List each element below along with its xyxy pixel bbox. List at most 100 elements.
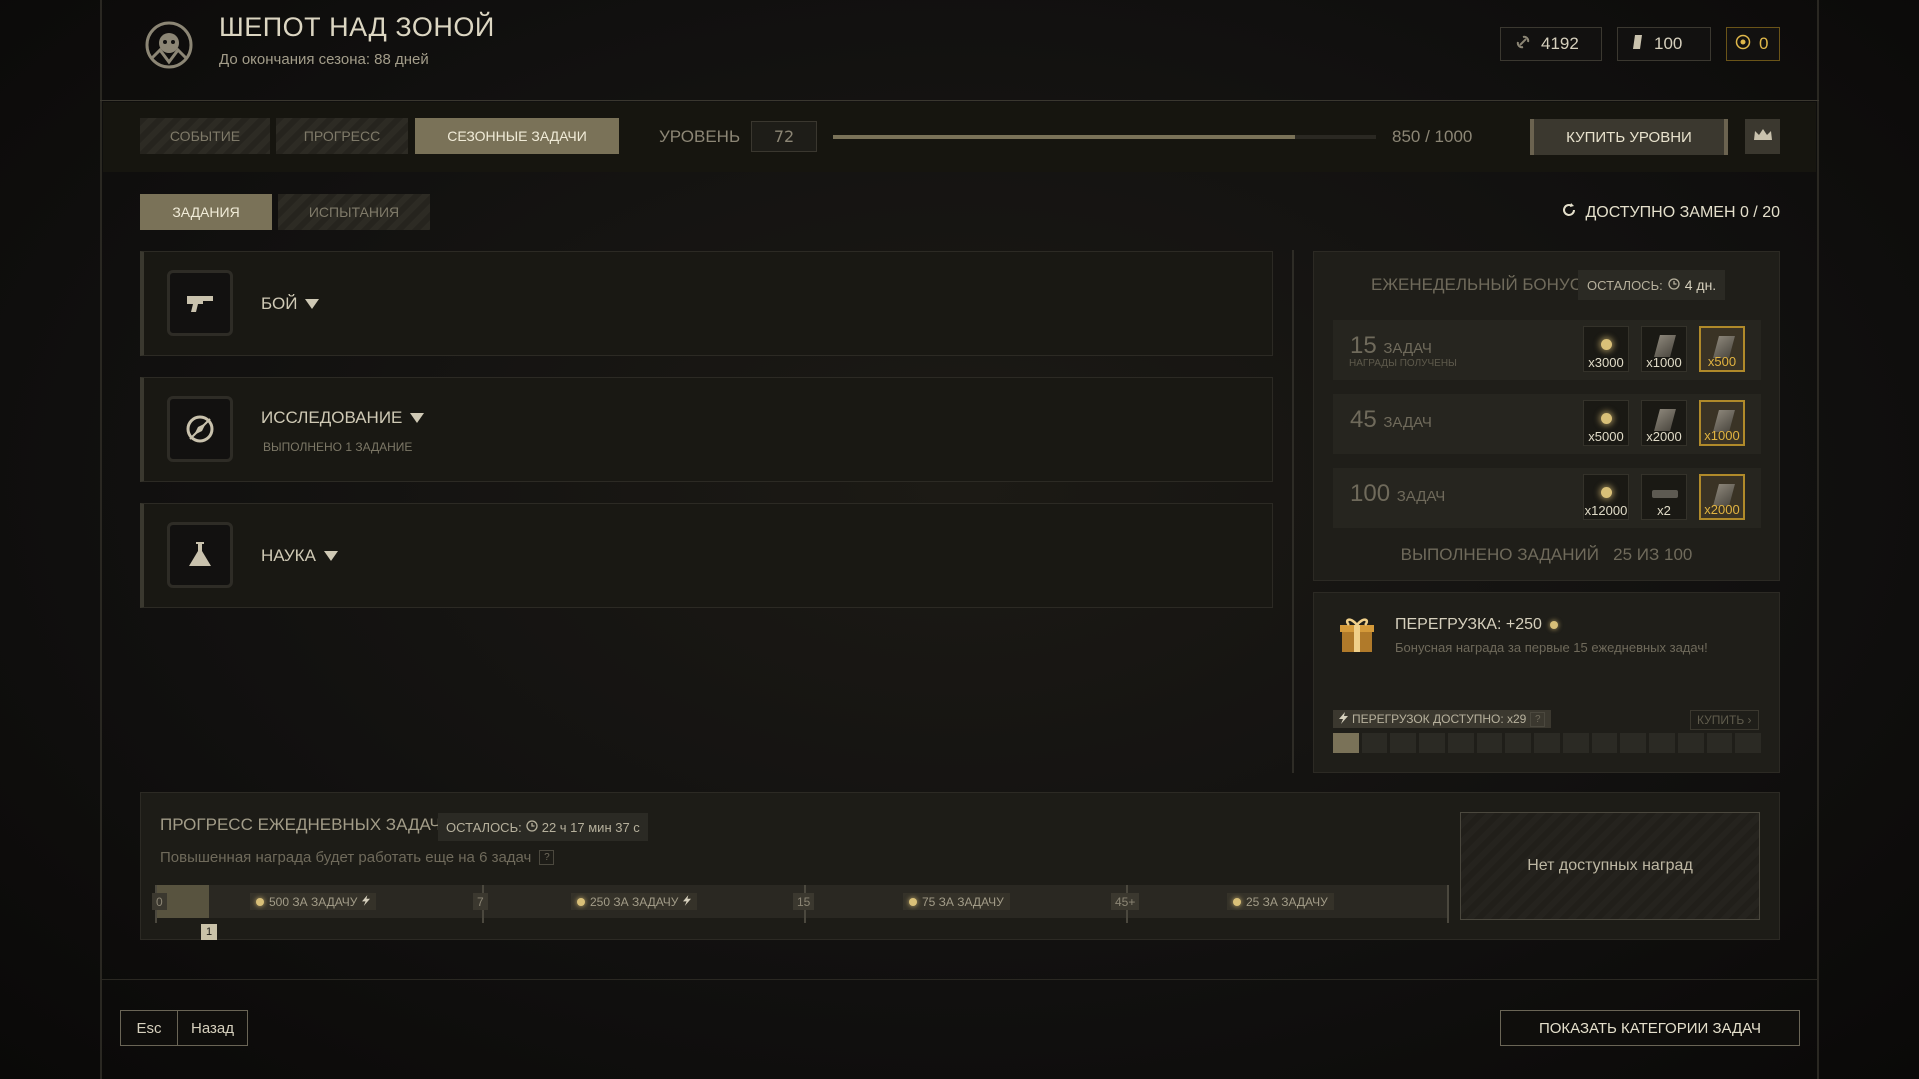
overload-segment xyxy=(1706,733,1733,753)
reward-qty: x12000 xyxy=(1584,503,1628,518)
reward-bars[interactable]: x1000 xyxy=(1641,326,1687,372)
weekly-completed: ВЫПОЛНЕНО ЗАДАНИЙ 25 ИЗ 100 xyxy=(1313,545,1780,565)
category-science-name: НАУКА xyxy=(261,546,338,566)
frame-right xyxy=(1817,0,1819,1079)
reward-premium-bars[interactable]: x1000 xyxy=(1699,400,1745,446)
reward-premium-bars[interactable]: x500 xyxy=(1699,326,1745,372)
back-button[interactable]: Esc Назад xyxy=(120,1010,248,1046)
currency-links-value: 4192 xyxy=(1541,34,1579,53)
weekly-time-left: ОСТАЛОСЬ: 4 дн. xyxy=(1578,270,1726,300)
segment-reward-label: 25 ЗА ЗАДАЧУ xyxy=(1246,894,1328,909)
overload-segment xyxy=(1476,733,1503,753)
premium-button[interactable] xyxy=(1745,119,1780,154)
category-science[interactable]: НАУКА xyxy=(140,503,1273,608)
current-progress-marker: 1 xyxy=(201,924,217,940)
tab-seasonal-tasks[interactable]: СЕЗОННЫЕ ЗАДАЧИ xyxy=(415,118,619,154)
link-icon xyxy=(1513,32,1533,57)
currency-links: 4192 xyxy=(1500,27,1602,61)
weekly-completed-value: 25 ИЗ 100 xyxy=(1613,545,1693,564)
overload-segment xyxy=(1419,733,1445,753)
show-categories-button[interactable]: ПОКАЗАТЬ КАТЕГОРИИ ЗАДАЧ xyxy=(1500,1010,1800,1046)
tab-trials[interactable]: ИСПЫТАНИЯ xyxy=(278,194,430,230)
overload-progress xyxy=(1333,733,1762,753)
season-logo-icon xyxy=(140,16,198,74)
bar-icon xyxy=(1654,409,1676,431)
flask-icon xyxy=(167,522,233,588)
lightning-icon xyxy=(362,894,371,909)
daily-note: Повышенная награда будет работать еще на… xyxy=(160,849,555,866)
help-icon[interactable]: ? xyxy=(539,850,555,865)
overload-available: ПЕРЕГРУЗОК ДОСТУПНО: x29 ? xyxy=(1333,710,1552,728)
chevron-down-icon xyxy=(410,413,425,423)
coin-icon xyxy=(1735,34,1751,55)
overload-segment xyxy=(1620,733,1647,753)
reward-xp[interactable]: x3000 xyxy=(1583,326,1629,372)
category-combat-name: БОЙ xyxy=(261,294,320,314)
weekly-time-left-value: 4 дн. xyxy=(1684,277,1717,293)
reward-qty: x2 xyxy=(1657,503,1671,518)
overload-segment xyxy=(1735,733,1762,753)
reward-qty: x5000 xyxy=(1588,429,1624,444)
overload-segment xyxy=(1562,733,1589,753)
buy-levels-button[interactable]: КУПИТЬ УРОВНИ xyxy=(1530,119,1728,155)
xp-icon xyxy=(577,897,585,906)
reward-xp[interactable]: x12000 xyxy=(1583,474,1629,520)
weekly-row-unit: ЗАДАЧ xyxy=(1383,340,1432,357)
reward-qty: x500 xyxy=(1707,354,1737,369)
segment-reward-25: 25 ЗА ЗАДАЧУ xyxy=(1227,893,1334,910)
xp-icon xyxy=(1233,897,1241,906)
xp-icon xyxy=(1601,413,1612,424)
xp-progress-fill xyxy=(833,135,1295,139)
segment-reward-label: 250 ЗА ЗАДАЧУ xyxy=(590,894,679,909)
overload-segment xyxy=(1361,733,1388,753)
reward-weapon[interactable]: x2 xyxy=(1641,474,1687,520)
bar-icon xyxy=(1630,33,1646,56)
reward-premium-bars[interactable]: x2000 xyxy=(1699,474,1745,520)
weekly-time-left-label: ОСТАЛОСЬ: xyxy=(1587,277,1663,293)
panel-divider xyxy=(1292,250,1294,773)
help-icon[interactable]: ? xyxy=(1530,711,1546,727)
page-title: ШЕПОТ НАД ЗОНОЙ xyxy=(219,12,495,42)
track-mark-45: 45+ xyxy=(1111,893,1140,910)
daily-time-left-value: 22 ч 17 мин 37 с xyxy=(541,819,640,835)
currency-coins-value: 0 xyxy=(1759,34,1769,53)
tab-event[interactable]: СОБЫТИЕ xyxy=(140,118,270,154)
weekly-row-45: 45 ЗАДАЧ x5000 x2000 x1000 xyxy=(1333,394,1761,454)
reward-bars[interactable]: x2000 xyxy=(1641,400,1687,446)
frame-left xyxy=(100,0,102,1079)
back-label: Назад xyxy=(191,1019,234,1037)
xp-icon xyxy=(1549,621,1558,629)
category-combat[interactable]: БОЙ xyxy=(140,251,1273,356)
category-exploration[interactable]: ИССЛЕДОВАНИЕ ВЫПОЛНЕНО 1 ЗАДАНИЕ xyxy=(140,377,1273,482)
track-mark-15: 15 xyxy=(793,893,815,910)
weekly-row-unit: ЗАДАЧ xyxy=(1383,414,1432,431)
chevron-down-icon xyxy=(305,299,320,309)
weekly-row-number: 100 xyxy=(1350,480,1391,507)
overload-title: ПЕРЕГРУЗКА: +250 xyxy=(1395,616,1558,634)
category-combat-label: БОЙ xyxy=(261,294,298,313)
overload-segment xyxy=(1333,733,1359,753)
currency-bars-value: 100 xyxy=(1654,34,1683,53)
reward-xp[interactable]: x5000 xyxy=(1583,400,1629,446)
daily-time-left: ОСТАЛОСЬ: 22 ч 17 мин 37 с xyxy=(438,813,648,841)
overload-segment xyxy=(1534,733,1560,753)
overload-segment xyxy=(1591,733,1618,753)
level-value: 72 xyxy=(751,121,817,152)
esc-key: Esc xyxy=(121,1011,178,1045)
weekly-bonus-title: ЕЖЕНЕДЕЛЬНЫЙ БОНУС xyxy=(1371,275,1582,294)
gift-icon xyxy=(1336,614,1378,660)
currency-bars: 100 xyxy=(1617,27,1711,61)
lightning-icon xyxy=(1339,711,1348,727)
overload-buy-button[interactable]: КУПИТЬ › xyxy=(1690,710,1759,730)
overload-available-text: ПЕРЕГРУЗОК ДОСТУПНО: x29 xyxy=(1352,712,1527,726)
track-tick xyxy=(1447,885,1449,923)
crown-icon xyxy=(1753,127,1773,146)
weapon-icon xyxy=(1652,490,1678,498)
refresh-icon xyxy=(1561,202,1577,223)
header-divider xyxy=(100,100,1819,101)
tab-progress[interactable]: ПРОГРЕСС xyxy=(276,118,408,154)
reward-qty: x2000 xyxy=(1704,502,1740,517)
compass-icon xyxy=(167,396,233,462)
tab-tasks[interactable]: ЗАДАНИЯ xyxy=(140,194,272,230)
lightning-icon xyxy=(683,894,692,909)
